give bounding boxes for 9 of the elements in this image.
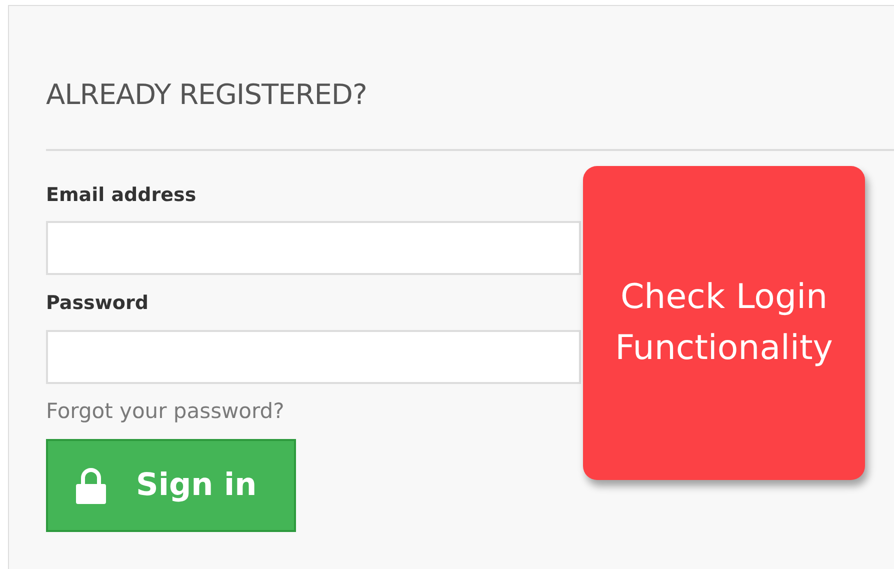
input-field[interactable] — [46, 330, 581, 384]
lock-icon — [76, 468, 106, 504]
forgot-password-link[interactable]: Forgot your password? — [46, 396, 284, 428]
input-field[interactable] — [46, 221, 581, 276]
sign-in-button[interactable]: Sign in — [46, 439, 296, 532]
section-heading: ALREADY REGISTERED? — [46, 78, 368, 112]
field-label: Email address — [46, 182, 196, 208]
note-text: Check Login Functionality — [614, 276, 834, 370]
field-label: Password — [46, 291, 148, 316]
